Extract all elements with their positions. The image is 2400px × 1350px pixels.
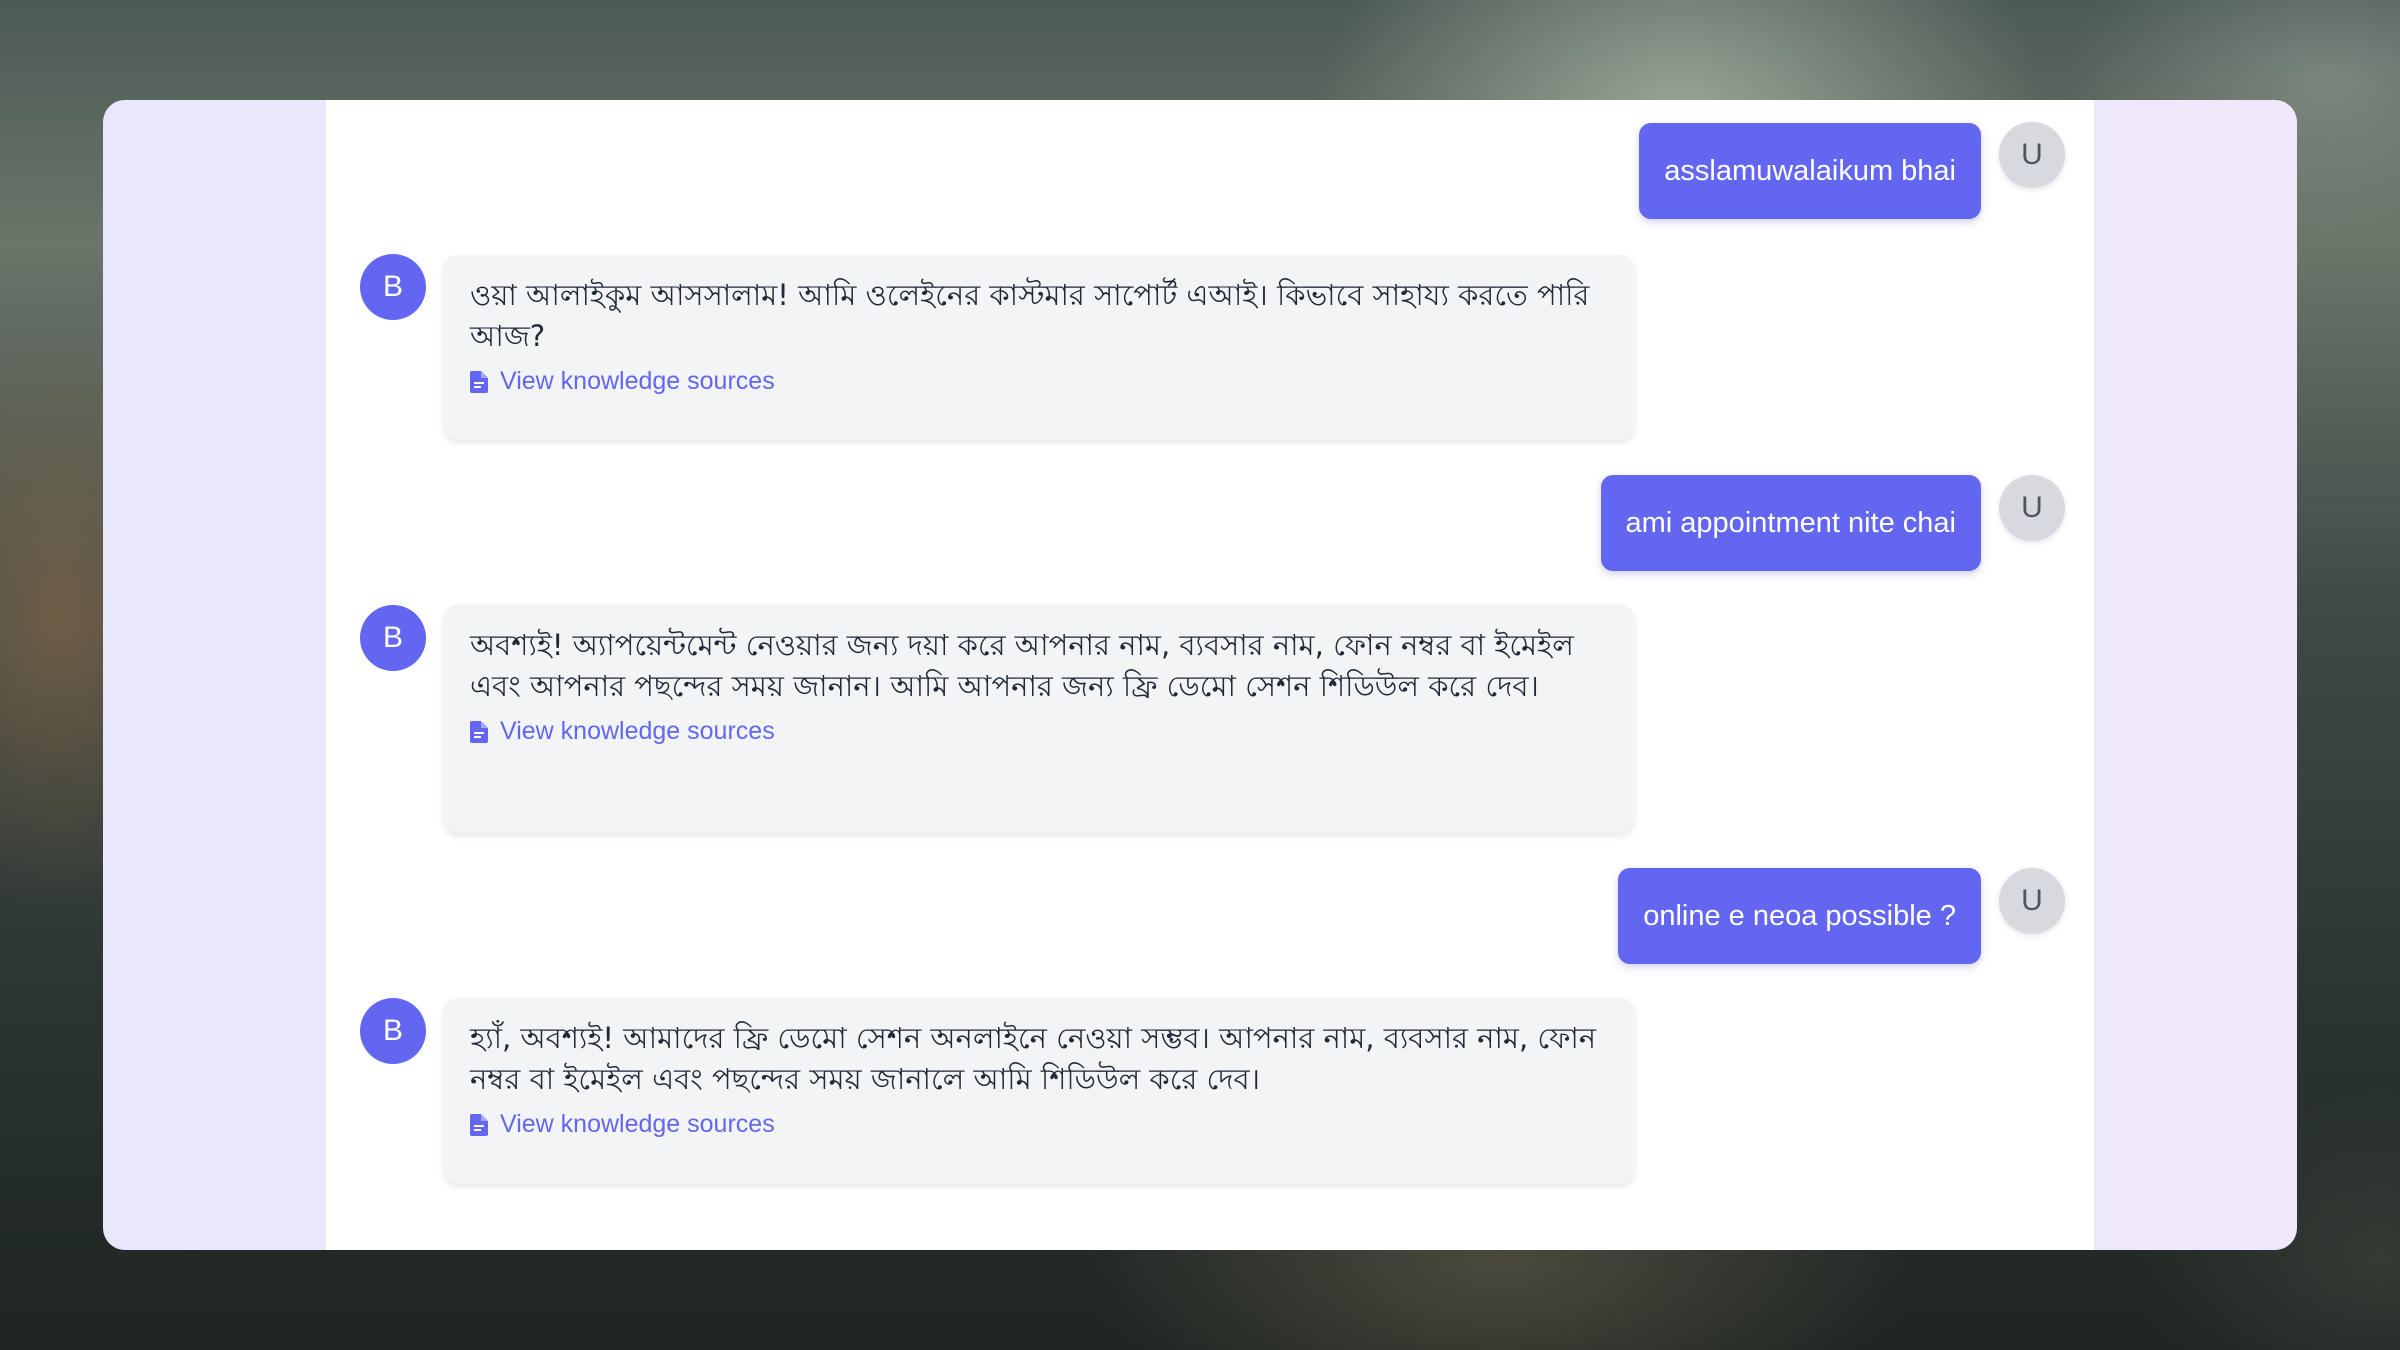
view-knowledge-sources-link[interactable]: View knowledge sources [470, 1110, 1608, 1139]
view-knowledge-sources-link[interactable]: View knowledge sources [470, 367, 1608, 396]
document-icon [470, 1113, 488, 1136]
chat-window: U asslamuwalaikum bhai B ওয়া আলাইকুম আস… [103, 100, 2297, 1250]
bot-message-text: হ্যাঁ, অবশ্যই! আমাদের ফ্রি ডেমো সেশন অনল… [470, 1021, 1597, 1096]
bot-message-text: ওয়া আলাইকুম আসসালাম! আমি ওলেইনের কাস্টম… [470, 278, 1590, 353]
sources-label: View knowledge sources [500, 1110, 775, 1138]
bot-avatar: B [360, 605, 426, 671]
message-list[interactable]: U asslamuwalaikum bhai B ওয়া আলাইকুম আস… [326, 100, 2094, 1250]
document-icon [470, 370, 488, 393]
user-avatar: U [1999, 475, 2065, 541]
bot-message-text: অবশ্যই! অ্যাপয়েন্টমেন্ট নেওয়ার জন্য দয… [470, 628, 1574, 703]
bot-message-bubble: ওয়া আলাইকুম আসসালাম! আমি ওলেইনের কাস্টম… [444, 255, 1634, 440]
bot-message-bubble: অবশ্যই! অ্যাপয়েন্টমেন্ট নেওয়ার জন্য দয… [444, 605, 1634, 833]
bot-message-bubble: হ্যাঁ, অবশ্যই! আমাদের ফ্রি ডেমো সেশন অনল… [444, 998, 1634, 1184]
user-message-bubble: ami appointment nite chai [1600, 475, 1981, 571]
bot-avatar: B [360, 254, 426, 320]
document-icon [470, 720, 488, 743]
user-message-bubble: asslamuwalaikum bhai [1639, 123, 1981, 219]
user-avatar: U [1999, 868, 2065, 934]
sources-label: View knowledge sources [500, 367, 775, 395]
sources-label: View knowledge sources [500, 717, 775, 745]
view-knowledge-sources-link[interactable]: View knowledge sources [470, 717, 1608, 746]
user-avatar: U [1999, 122, 2065, 188]
user-message-bubble: online e neoa possible ? [1618, 868, 1981, 964]
bot-avatar: B [360, 998, 426, 1064]
